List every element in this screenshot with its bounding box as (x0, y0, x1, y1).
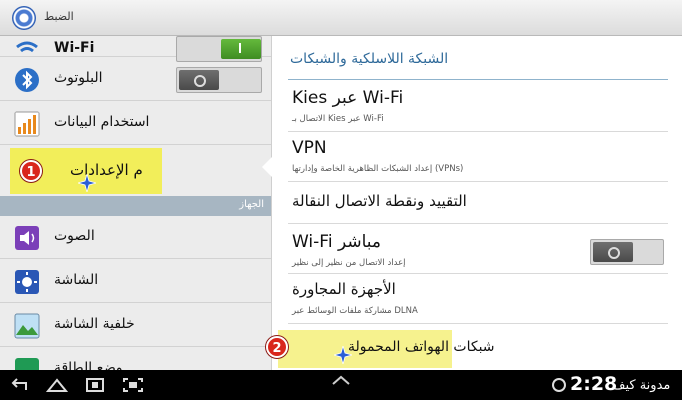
item-subtitle: مشاركة ملفات الوسائط عبر DLNA (292, 306, 418, 316)
item-title: التقييد ونقطة الاتصال النقالة (292, 192, 467, 210)
sidebar-item-sound[interactable]: الصوت (0, 216, 271, 259)
bluetooth-icon (15, 68, 39, 92)
tablet-screen: الضبط Wi-Fi البلوتوث استخدام البيانات م … (0, 0, 682, 400)
annotation-badge-2: 2 (266, 336, 288, 358)
power-icon (15, 358, 39, 370)
item-title: Kies عبر Wi-Fi (292, 88, 404, 108)
wallpaper-icon (14, 313, 40, 339)
item-title: الأجهزة المجاورة (292, 280, 396, 298)
nearby-devices-item[interactable]: الأجهزة المجاورة مشاركة ملفات الوسائط عب… (288, 274, 668, 324)
watermark-text: مدونة كيف (612, 378, 671, 393)
detail-header-title: الشبكة اللاسلكية والشبكات (290, 51, 449, 67)
settings-detail-pane: الشبكة اللاسلكية والشبكات Kies عبر Wi-Fi… (266, 36, 682, 370)
sync-status-icon (552, 378, 566, 392)
sidebar-item-display[interactable]: الشاشة (0, 260, 271, 303)
sidebar-item-label: الشاشة (54, 272, 99, 288)
tethering-hotspot-item[interactable]: التقييد ونقطة الاتصال النقالة (288, 182, 668, 224)
sound-icon (15, 226, 39, 250)
item-subtitle: إعداد الاتصال من نظير إلى نظير (292, 258, 406, 268)
sidebar-item-data-usage[interactable]: استخدام البيانات (0, 102, 271, 145)
section-header-device: الجهاز (0, 196, 271, 216)
sidebar-item-label: الصوت (54, 228, 95, 244)
settings-app-icon[interactable] (12, 6, 36, 30)
sidebar-item-wallpaper[interactable]: خلفية الشاشة (0, 304, 271, 347)
display-icon (15, 270, 39, 294)
kies-via-wifi-item[interactable]: Kies عبر Wi-Fi الاتصال بـ Kies عبر Wi-Fi (288, 82, 668, 132)
sidebar-item-label: Wi-Fi (54, 40, 95, 56)
vpn-item[interactable]: VPN إعداد الشبكات الظاهرية الخاصة وإدارت… (288, 132, 668, 182)
data-usage-icon (14, 111, 40, 137)
clock: 2:28 (570, 373, 618, 395)
back-icon[interactable] (8, 377, 30, 393)
sparkle-icon (334, 346, 352, 364)
sidebar-item-bluetooth[interactable]: البلوتوث (0, 58, 271, 101)
sidebar-item-power-mode[interactable]: وضع الطاقة (0, 348, 271, 370)
wifi-direct-toggle[interactable] (590, 239, 664, 265)
title-bar: الضبط (0, 0, 682, 36)
home-icon[interactable] (46, 377, 68, 393)
sidebar-item-label: استخدام البيانات (54, 114, 150, 130)
item-subtitle: إعداد الشبكات الظاهرية الخاصة وإدارتها (… (292, 164, 464, 174)
sparkle-icon (78, 174, 96, 192)
section-header-label: الجهاز (239, 199, 264, 210)
sidebar-item-label: خلفية الشاشة (54, 316, 135, 332)
item-title: Wi-Fi مباشر (292, 232, 382, 252)
window-title: الضبط (44, 10, 74, 23)
wifi-direct-item[interactable]: Wi-Fi مباشر إعداد الاتصال من نظير إلى نظ… (288, 224, 668, 274)
recent-apps-icon[interactable] (84, 377, 106, 393)
bluetooth-toggle[interactable] (176, 67, 262, 93)
screenshot-icon[interactable] (122, 377, 144, 393)
system-nav-bar: 2:28 مدونة كيف (0, 370, 682, 400)
item-subtitle: الاتصال بـ Kies عبر Wi-Fi (292, 114, 384, 124)
sidebar-item-wifi[interactable]: Wi-Fi (0, 36, 271, 62)
chevron-up-icon[interactable] (330, 374, 352, 386)
sidebar-item-label: البلوتوث (54, 70, 103, 86)
settings-category-list: Wi-Fi البلوتوث استخدام البيانات م الإعدا… (0, 36, 272, 370)
detail-header: الشبكة اللاسلكية والشبكات (288, 48, 668, 80)
item-title: VPN (292, 138, 327, 158)
item-title: شبكات الهواتف المحمولة (348, 339, 495, 355)
annotation-badge-1: 1 (20, 160, 42, 182)
sidebar-item-label: وضع الطاقة (54, 360, 123, 370)
